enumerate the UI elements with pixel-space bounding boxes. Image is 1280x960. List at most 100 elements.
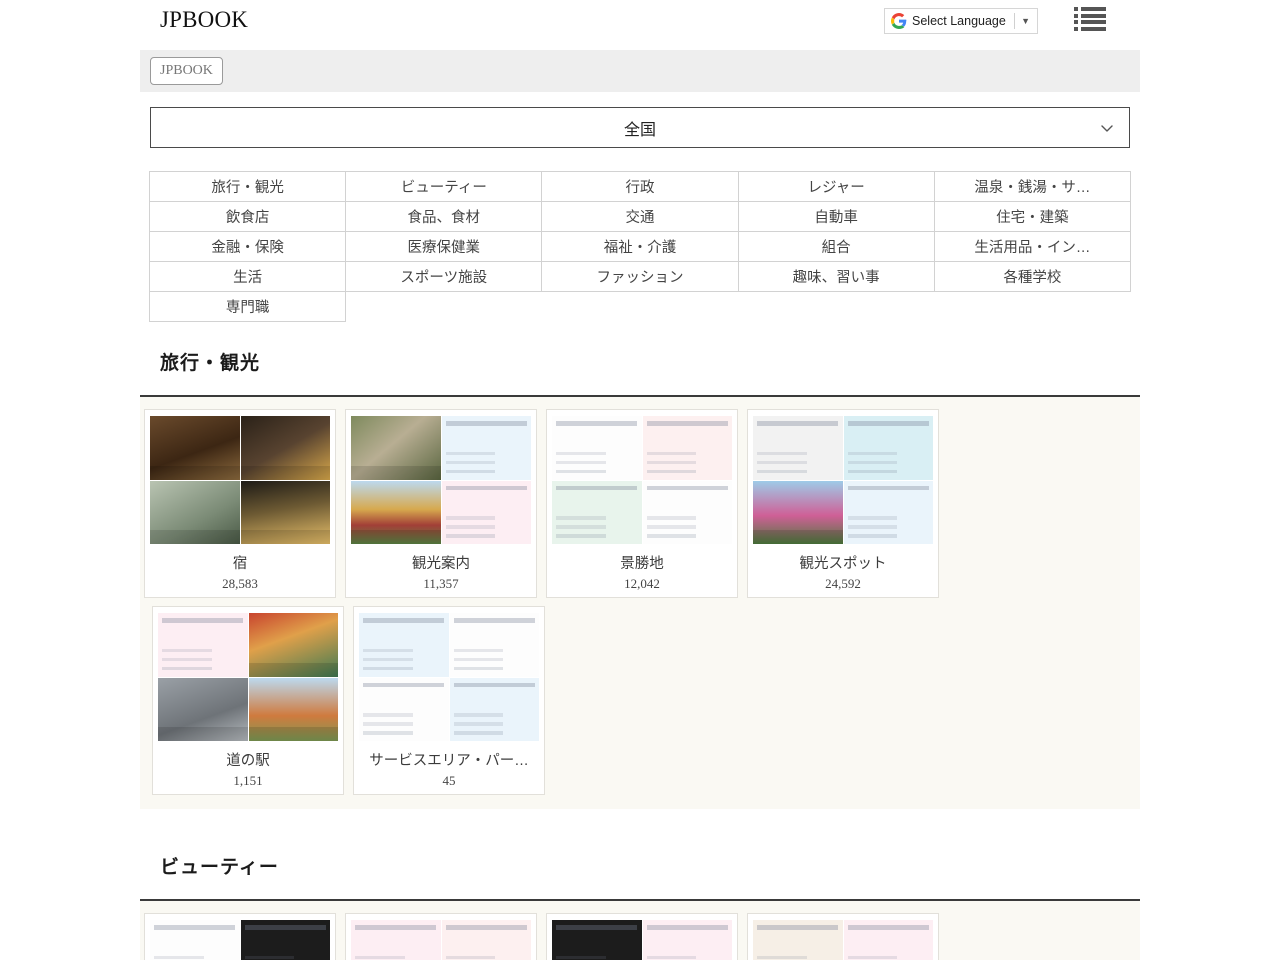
thumbnail-tile bbox=[552, 920, 642, 960]
site-header: JPBOOK Select Language ▼ bbox=[0, 0, 1280, 44]
thumbnail-tile bbox=[241, 481, 331, 545]
category-cell[interactable]: スポーツ施設 bbox=[346, 262, 542, 292]
thumbnail-tile bbox=[241, 416, 331, 480]
google-translate-widget[interactable]: Select Language ▼ bbox=[884, 8, 1038, 34]
category-cell[interactable]: 住宅・建築 bbox=[934, 202, 1130, 232]
category-cell[interactable]: 専門職 bbox=[150, 292, 346, 322]
category-cell[interactable]: 飲食店 bbox=[150, 202, 346, 232]
thumbnail-tile bbox=[753, 920, 843, 960]
thumbnail-tile bbox=[442, 416, 532, 480]
thumbnail-tile bbox=[552, 416, 642, 480]
category-cell[interactable]: 交通 bbox=[542, 202, 738, 232]
card[interactable]: サービスエリア・パー… 45 bbox=[353, 606, 545, 795]
category-cell[interactable]: 温泉・銭湯・サ… bbox=[934, 172, 1130, 202]
category-cell[interactable]: 福祉・介護 bbox=[542, 232, 738, 262]
category-cell[interactable]: 旅行・観光 bbox=[150, 172, 346, 202]
card[interactable] bbox=[345, 913, 537, 960]
category-cell[interactable]: 自動車 bbox=[738, 202, 934, 232]
section-travel: 旅行・観光 宿28,583 観光案内 11,357 景勝地 12,042 観光スポット 24… bbox=[140, 348, 1140, 809]
card-thumbnail bbox=[351, 416, 531, 544]
breadcrumb: JPBOOK bbox=[140, 50, 1140, 92]
thumbnail-tile bbox=[450, 678, 540, 742]
thumbnail-tile bbox=[450, 613, 540, 677]
thumbnail-tile bbox=[351, 416, 441, 480]
thumbnail-tile bbox=[643, 481, 733, 545]
category-row: 金融・保険医療保健業福祉・介護組合生活用品・イン… bbox=[150, 232, 1131, 262]
google-logo-icon bbox=[891, 13, 907, 29]
chevron-down-icon bbox=[1099, 120, 1115, 136]
thumbnail-tile bbox=[249, 613, 339, 677]
card-thumbnail bbox=[552, 416, 732, 544]
card[interactable] bbox=[144, 913, 336, 960]
translate-separator bbox=[1014, 13, 1015, 29]
category-cell[interactable]: レジャー bbox=[738, 172, 934, 202]
card-grid: 宿28,583 観光案内 11,357 景勝地 12,042 観光スポット 24,592 道の… bbox=[140, 397, 1140, 809]
card[interactable]: 観光案内 11,357 bbox=[345, 409, 537, 598]
thumbnail-tile bbox=[158, 678, 248, 742]
thumbnail-tile bbox=[844, 920, 934, 960]
category-row: 生活スポーツ施設ファッション趣味、習い事各種学校 bbox=[150, 262, 1131, 292]
section-title: 旅行・観光 bbox=[140, 348, 1140, 375]
region-select[interactable]: 全国 bbox=[150, 107, 1130, 148]
list-menu-icon[interactable] bbox=[1074, 7, 1106, 31]
card-thumbnail bbox=[552, 920, 732, 960]
card-count: 11,357 bbox=[351, 576, 531, 592]
card-thumbnail bbox=[150, 920, 330, 960]
list-row bbox=[1074, 7, 1106, 11]
category-cell[interactable]: 行政 bbox=[542, 172, 738, 202]
card-thumbnail bbox=[753, 416, 933, 544]
card-label: 観光案内 bbox=[351, 552, 531, 573]
category-cell[interactable]: ファッション bbox=[542, 262, 738, 292]
section-title: ビューティー bbox=[140, 852, 1140, 879]
breadcrumb-item-jpbook[interactable]: JPBOOK bbox=[150, 57, 223, 85]
category-cell[interactable]: ビューティー bbox=[346, 172, 542, 202]
thumbnail-tile bbox=[158, 613, 248, 677]
thumbnail-tile bbox=[351, 920, 441, 960]
card[interactable] bbox=[747, 913, 939, 960]
card-thumbnail bbox=[359, 613, 539, 741]
thumbnail-tile bbox=[552, 481, 642, 545]
category-cell[interactable]: 趣味、習い事 bbox=[738, 262, 934, 292]
site-logo[interactable]: JPBOOK bbox=[160, 6, 248, 34]
card-thumbnail bbox=[150, 416, 330, 544]
card[interactable]: 観光スポット 24,592 bbox=[747, 409, 939, 598]
card-count: 28,583 bbox=[150, 576, 330, 592]
thumbnail-tile bbox=[241, 920, 331, 960]
thumbnail-tile bbox=[643, 920, 733, 960]
thumbnail-tile bbox=[351, 481, 441, 545]
thumbnail-tile bbox=[249, 678, 339, 742]
card[interactable]: 景勝地 12,042 bbox=[546, 409, 738, 598]
category-cell[interactable]: 各種学校 bbox=[934, 262, 1130, 292]
thumbnail-tile bbox=[753, 481, 843, 545]
card-label: 観光スポット bbox=[753, 552, 933, 573]
thumbnail-tile bbox=[753, 416, 843, 480]
thumbnail-tile bbox=[359, 678, 449, 742]
translate-label: Select Language bbox=[912, 14, 1006, 28]
thumbnail-tile bbox=[442, 920, 532, 960]
category-cell[interactable]: 生活用品・イン… bbox=[934, 232, 1130, 262]
card-label: サービスエリア・パー… bbox=[359, 749, 539, 770]
card-label: 道の駅 bbox=[158, 749, 338, 770]
section-beauty: ビューティー bbox=[140, 852, 1140, 960]
card[interactable]: 道の駅1,151 bbox=[152, 606, 344, 795]
chevron-down-icon[interactable]: ▼ bbox=[1021, 16, 1033, 26]
category-cell[interactable]: 食品、食材 bbox=[346, 202, 542, 232]
card-label: 景勝地 bbox=[552, 552, 732, 573]
thumbnail-tile bbox=[844, 481, 934, 545]
thumbnail-tile bbox=[150, 416, 240, 480]
thumbnail-tile bbox=[643, 416, 733, 480]
category-cell[interactable]: 組合 bbox=[738, 232, 934, 262]
card-count: 12,042 bbox=[552, 576, 732, 592]
category-cell-empty bbox=[542, 292, 738, 322]
card[interactable]: 宿28,583 bbox=[144, 409, 336, 598]
thumbnail-tile bbox=[150, 920, 240, 960]
category-cell-empty bbox=[738, 292, 934, 322]
card[interactable] bbox=[546, 913, 738, 960]
category-cell[interactable]: 生活 bbox=[150, 262, 346, 292]
category-cell[interactable]: 金融・保険 bbox=[150, 232, 346, 262]
category-row: 旅行・観光ビューティー行政レジャー温泉・銭湯・サ… bbox=[150, 172, 1131, 202]
category-cell[interactable]: 医療保健業 bbox=[346, 232, 542, 262]
card-count: 45 bbox=[359, 773, 539, 789]
list-row bbox=[1074, 14, 1106, 18]
card-count: 24,592 bbox=[753, 576, 933, 592]
